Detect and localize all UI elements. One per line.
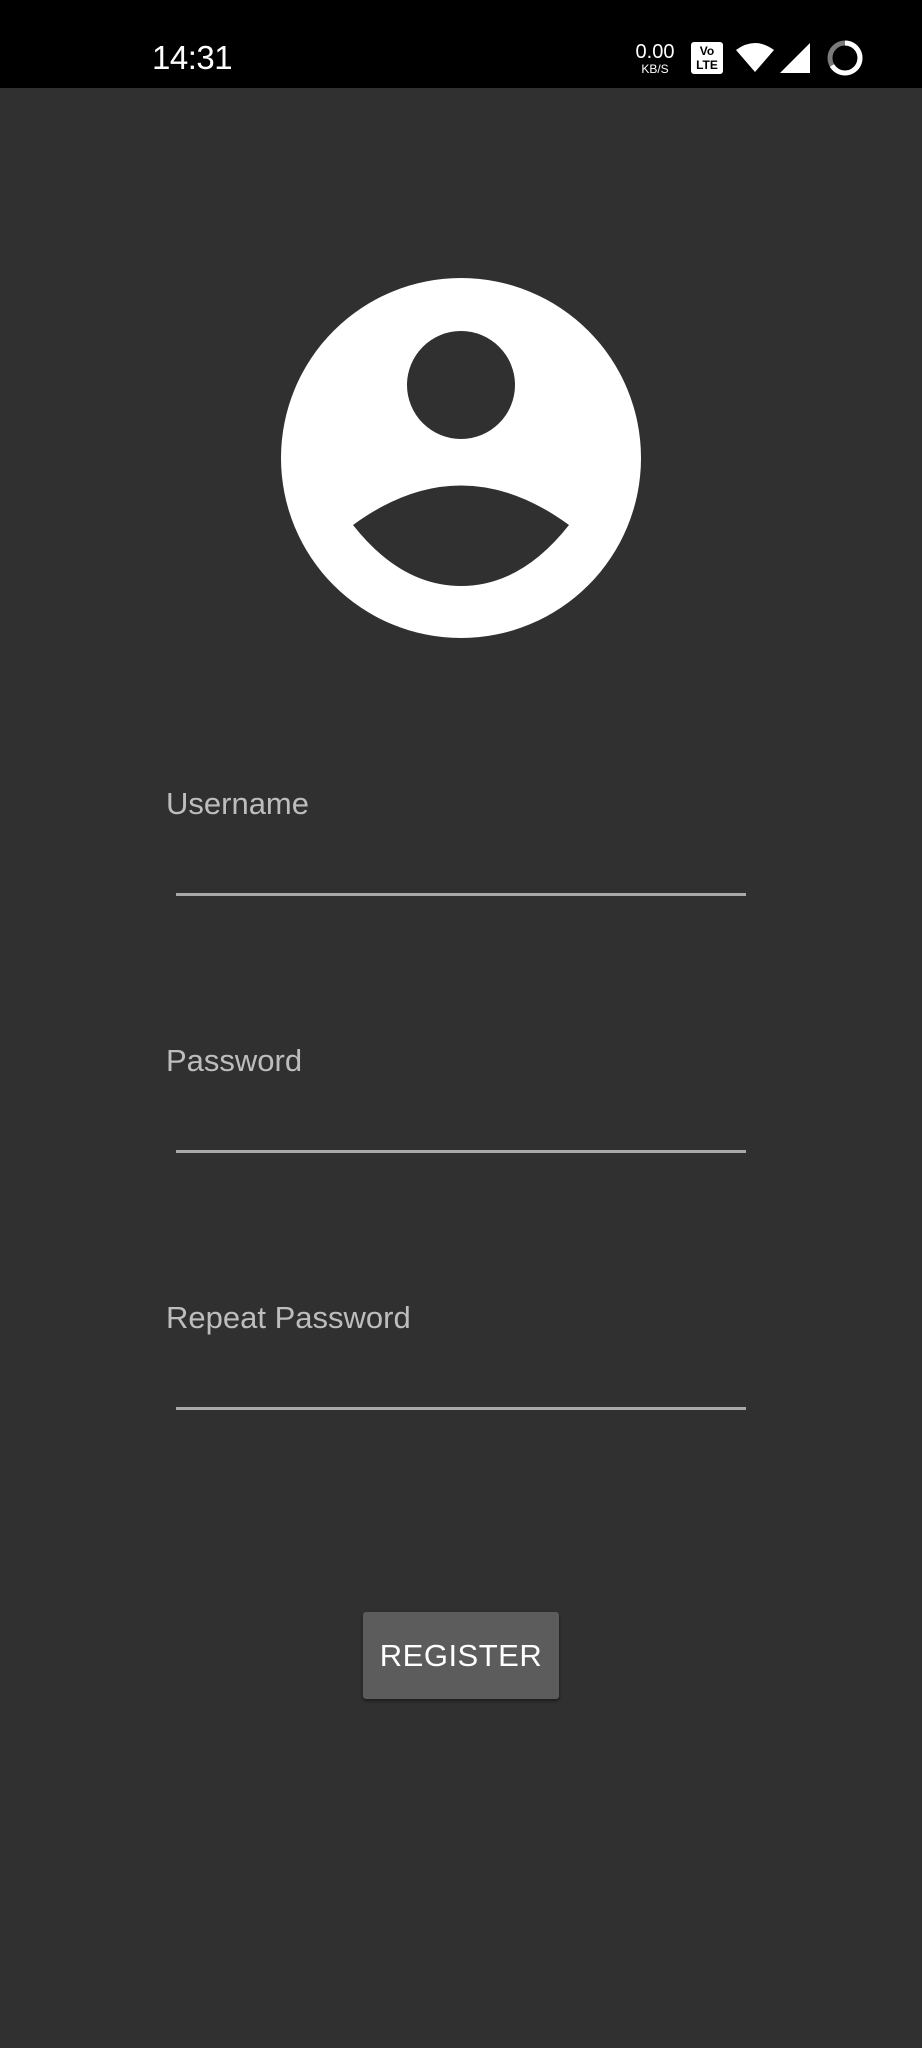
volte-icon: Vo LTE <box>691 42 723 74</box>
username-input[interactable] <box>176 836 746 896</box>
network-speed-unit: KB/S <box>641 62 669 76</box>
network-speed: 0.00 KB/S <box>632 42 678 75</box>
network-speed-value: 0.00 <box>635 41 675 63</box>
status-time: 14:31 <box>152 39 233 76</box>
account-circle-icon <box>281 278 641 638</box>
password-field: Password <box>166 1043 746 1169</box>
register-button[interactable]: REGISTER <box>363 1612 559 1699</box>
password-label: Password <box>166 1043 303 1078</box>
repeat-password-field: Repeat Password <box>166 1300 746 1426</box>
username-field: Username <box>166 786 746 912</box>
password-input[interactable] <box>176 1093 746 1153</box>
wifi-icon <box>736 43 774 72</box>
repeat-password-input[interactable] <box>176 1350 746 1410</box>
volte-top-text: Vo <box>699 44 715 58</box>
volte-bottom-text: LTE <box>696 58 718 72</box>
battery-ring-icon <box>827 40 863 76</box>
cell-signal-icon <box>780 43 810 73</box>
status-bar: 14:31 0.00 KB/S Vo LTE <box>0 0 922 88</box>
repeat-password-label: Repeat Password <box>166 1300 411 1335</box>
username-label: Username <box>166 786 309 821</box>
